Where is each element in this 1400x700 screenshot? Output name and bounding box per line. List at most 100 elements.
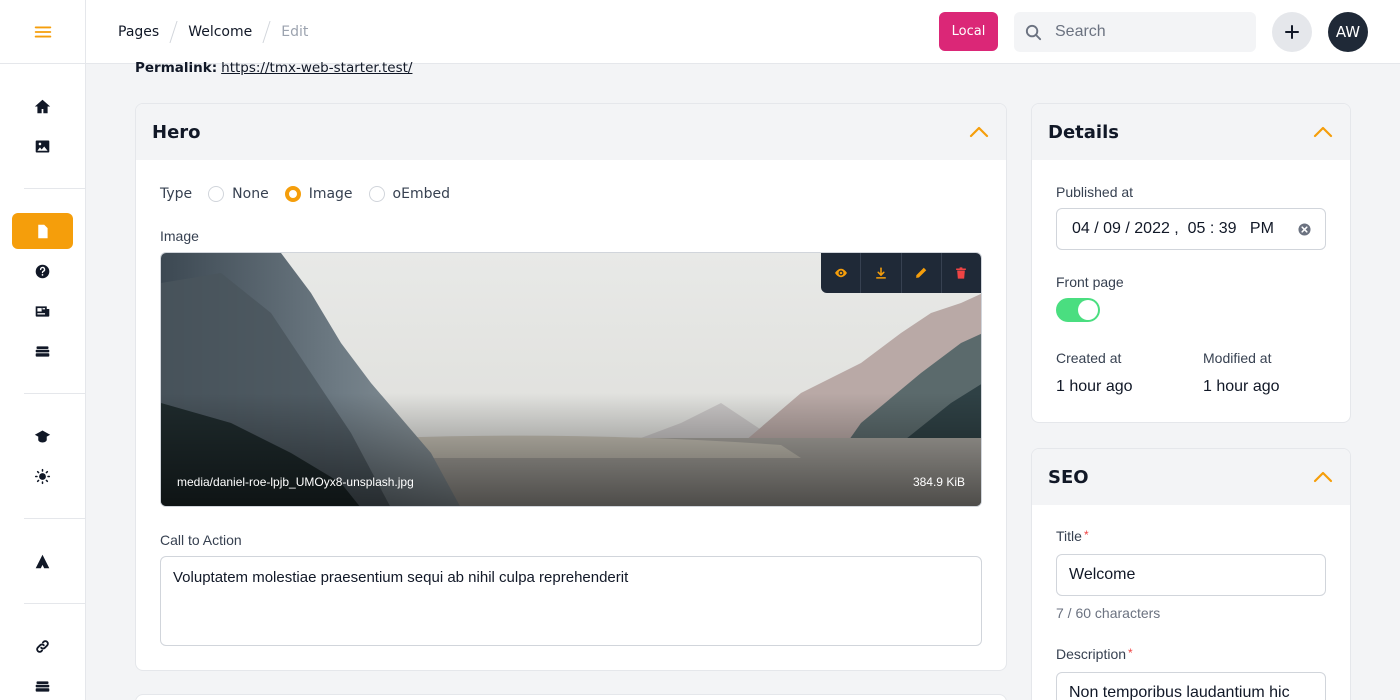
chevron-up-icon[interactable]: [1312, 125, 1334, 139]
front-page-label: Front page: [1056, 274, 1124, 290]
image-meta: media/daniel-roe-lpjb_UMOyx8-unsplash.jp…: [161, 458, 981, 506]
cta-label: Call to Action: [160, 532, 242, 548]
radio-label: oEmbed: [392, 186, 450, 202]
lightbulb-icon: [34, 468, 51, 484]
required-marker: *: [1083, 528, 1089, 542]
permalink: Permalink: https://tmx-web-starter.test/: [135, 60, 412, 76]
radio-oembed[interactable]: [368, 186, 385, 202]
breadcrumb-separator: [169, 20, 178, 43]
sidebar-divider: [24, 393, 85, 394]
sidebar-item-home[interactable]: [12, 88, 73, 124]
graduation-cap-icon: [34, 430, 51, 442]
sidebar-item-links[interactable]: [12, 628, 73, 664]
news-icon: [35, 305, 50, 317]
details-panel-title: Details: [1048, 121, 1119, 143]
seo-description-label-text: Description: [1056, 646, 1127, 662]
sidebar-item-media[interactable]: [12, 128, 73, 164]
radio-image[interactable]: [284, 186, 301, 202]
sidebar: [0, 0, 86, 700]
breadcrumb: Pages Welcome Edit: [118, 0, 308, 63]
search-input[interactable]: [1055, 23, 1245, 41]
breadcrumb-welcome[interactable]: Welcome: [188, 24, 252, 40]
published-at-value: 04 / 09 / 2022 , 05 : 39 PM: [1072, 220, 1274, 237]
details-panel: Details Published at 04 / 09 / 2022 , 05…: [1031, 103, 1351, 423]
hero-type-field: Type None Image oEmbed: [160, 186, 450, 202]
sidebar-divider: [24, 518, 85, 519]
sidebar-item-ideas[interactable]: [12, 458, 73, 494]
environment-badge[interactable]: Local: [939, 12, 998, 51]
sidebar-item-courses[interactable]: [12, 418, 73, 454]
pencil-icon: [916, 267, 927, 278]
eye-icon: [834, 268, 847, 278]
trash-icon: [956, 267, 967, 279]
front-page-toggle[interactable]: [1056, 298, 1100, 322]
seo-panel: SEO Title * Welcome 7 / 60 characters Des…: [1031, 448, 1351, 700]
user-avatar[interactable]: AW: [1328, 12, 1368, 52]
link-icon: [36, 639, 49, 653]
created-at-label: Created at: [1056, 350, 1122, 366]
sidebar-item-pages[interactable]: [12, 213, 73, 249]
details-panel-header[interactable]: Details: [1032, 104, 1350, 160]
image-filename: media/daniel-roe-lpjb_UMOyx8-unsplash.jp…: [177, 475, 414, 489]
image-toolbar: [821, 253, 981, 293]
seo-title-input[interactable]: Welcome: [1056, 554, 1326, 596]
search-icon: [1025, 24, 1042, 40]
preview-image-button[interactable]: [821, 253, 860, 293]
menu-toggle-button[interactable]: [0, 0, 85, 64]
home-icon: [34, 99, 51, 113]
hero-panel-title: Hero: [152, 121, 201, 143]
image-filesize: 384.9 KiB: [912, 475, 965, 489]
edit-image-button[interactable]: [900, 253, 941, 293]
hero-type-label: Type: [160, 186, 193, 202]
sidebar-item-news[interactable]: [12, 293, 73, 329]
breadcrumb-pages[interactable]: Pages: [118, 24, 159, 40]
sidebar-item-blocks[interactable]: [12, 333, 73, 369]
sidebar-item-brand[interactable]: [12, 543, 73, 579]
page-icon: [38, 224, 48, 238]
hero-image-preview[interactable]: media/daniel-roe-lpjb_UMOyx8-unsplash.jp…: [160, 252, 982, 507]
created-at-value: 1 hour ago: [1056, 378, 1133, 395]
sidebar-item-settings[interactable]: [12, 668, 73, 700]
radio-label: Image: [308, 186, 353, 202]
hero-type-oembed[interactable]: oEmbed: [368, 186, 450, 202]
sidebar-divider: [24, 603, 85, 604]
hero-panel-header[interactable]: Hero: [136, 104, 1006, 160]
clear-icon[interactable]: [1298, 223, 1311, 236]
add-button[interactable]: [1272, 12, 1312, 52]
modified-at-value: 1 hour ago: [1203, 378, 1280, 395]
triangle-logo-icon: [35, 554, 50, 568]
seo-panel-title: SEO: [1048, 466, 1089, 488]
chevron-up-icon[interactable]: [1312, 470, 1334, 484]
seo-title-label: Title *: [1056, 528, 1089, 544]
search-box[interactable]: [1014, 12, 1256, 52]
stack-icon: [35, 680, 50, 692]
hamburger-icon: [34, 25, 51, 37]
stack-icon: [35, 345, 50, 357]
seo-description-input[interactable]: Non temporibus laudantium hic: [1056, 672, 1326, 700]
radio-none[interactable]: [208, 186, 225, 202]
delete-image-button[interactable]: [940, 253, 981, 293]
seo-description-label: Description *: [1056, 646, 1133, 662]
sidebar-divider: [24, 188, 85, 189]
sidebar-item-faq[interactable]: [12, 253, 73, 289]
download-icon: [875, 267, 886, 279]
published-at-input[interactable]: 04 / 09 / 2022 , 05 : 39 PM: [1056, 208, 1326, 250]
next-panel: [135, 694, 1007, 700]
hero-type-none[interactable]: None: [208, 186, 269, 202]
seo-title-char-count: 7 / 60 characters: [1056, 605, 1161, 621]
published-at-label: Published at: [1056, 184, 1134, 200]
required-marker: *: [1128, 646, 1133, 660]
seo-panel-header[interactable]: SEO: [1032, 449, 1350, 505]
radio-label: None: [232, 186, 269, 202]
download-image-button[interactable]: [860, 253, 900, 293]
chevron-up-icon[interactable]: [968, 125, 990, 139]
modified-at-label: Modified at: [1203, 350, 1272, 366]
hero-image-label: Image: [160, 228, 199, 244]
breadcrumb-edit: Edit: [281, 23, 309, 40]
cta-textarea[interactable]: Voluptatem molestiae praesentium sequi a…: [160, 556, 982, 646]
top-bar: Pages Welcome Edit Local AW: [86, 0, 1400, 64]
breadcrumb-separator: [262, 20, 271, 43]
hero-panel: Hero Type None Image oEmbed Image media/…: [135, 103, 1007, 671]
hero-type-image[interactable]: Image: [284, 186, 353, 202]
permalink-url[interactable]: https://tmx-web-starter.test/: [221, 60, 412, 76]
